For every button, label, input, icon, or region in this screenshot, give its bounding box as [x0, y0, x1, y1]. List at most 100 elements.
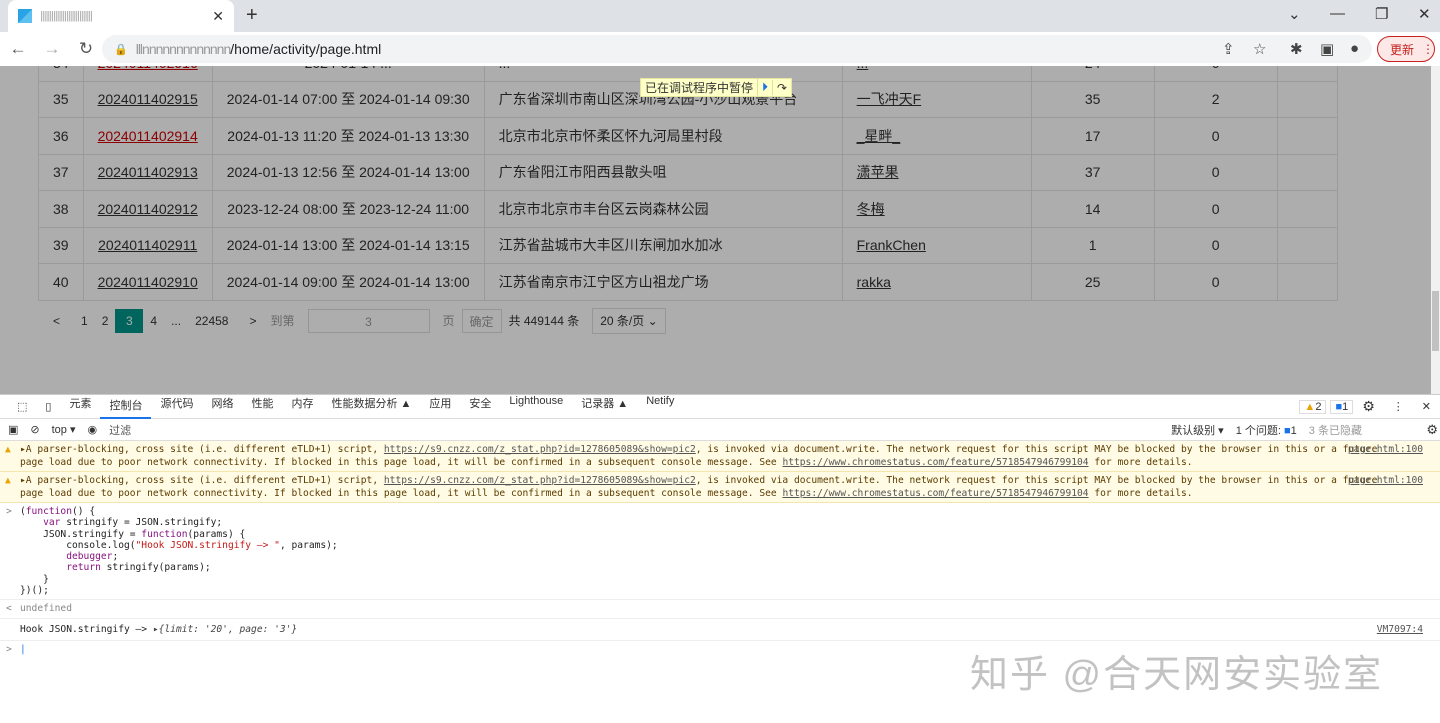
activity-id-link[interactable]: 2024011402910: [98, 274, 198, 290]
page-scrollbar[interactable]: [1431, 66, 1440, 394]
update-button[interactable]: 更新 ⋮: [1377, 36, 1435, 62]
hidden-count: 3 条已隐藏: [1308, 424, 1362, 437]
sidebar-toggle-icon[interactable]: ▣: [8, 423, 18, 436]
devtools-tab[interactable]: 记录器 ▲: [572, 395, 637, 419]
reload-icon[interactable]: ↻: [76, 39, 96, 59]
devtools-tab[interactable]: 控制台: [100, 395, 152, 419]
log-source-link[interactable]: VM7097:4: [1377, 624, 1423, 635]
devtools-tabs: ⬚ ▯ 元素 控制台 源代码 网络 性能 内存 性能数据分析 ▲ 应用 安全 Lighthouse…: [0, 395, 1440, 419]
page-content: 3420240114029162024-01-14 .........240 3…: [0, 66, 1440, 394]
prev-page-button[interactable]: <: [46, 309, 67, 333]
live-expression-eye-icon[interactable]: ◉: [88, 423, 98, 436]
user-link[interactable]: _星畔_: [857, 128, 901, 144]
info-count-badge[interactable]: ■1: [1330, 399, 1354, 414]
activity-id-link[interactable]: 2024011402915: [98, 91, 198, 107]
activity-id-link[interactable]: 2024011402911: [98, 237, 197, 253]
count2-cell: 0: [1153, 117, 1278, 155]
close-devtools-icon[interactable]: ✕: [1413, 400, 1440, 413]
devtools-tab[interactable]: 源代码: [151, 395, 202, 419]
page-button[interactable]: 2: [95, 309, 116, 333]
lock-icon: 🔒: [114, 43, 128, 56]
warning-count-badge[interactable]: ▲2: [1299, 399, 1327, 414]
devtools-tab[interactable]: Lighthouse: [500, 395, 572, 419]
warning-script-link[interactable]: https://s9.cnzz.com/z_stat.php?id=127860…: [384, 475, 696, 486]
forward-icon[interactable]: →: [42, 39, 62, 59]
log-level-select[interactable]: 默认级别 ▾: [1171, 422, 1224, 438]
time-cell: 2024-01-14 09:00 至 2024-01-14 13:00: [211, 263, 485, 301]
address-bar[interactable]: 🔒 lllnnnnnnnnnnnnn/home/activity/page.ht…: [102, 35, 1372, 63]
activity-id-link[interactable]: 2024011402913: [98, 164, 198, 180]
goto-confirm-button[interactable]: 确定: [461, 309, 502, 333]
count-cell: 17: [1030, 117, 1155, 155]
chromestatus-link[interactable]: https://www.chromestatus.com/feature/571…: [782, 457, 1088, 468]
next-page-button[interactable]: >: [242, 309, 263, 333]
close-window-button[interactable]: ✕: [1418, 5, 1431, 23]
context-select[interactable]: top ▾: [52, 423, 76, 436]
restore-button[interactable]: ❐: [1375, 5, 1388, 23]
devtools-tab[interactable]: 元素: [60, 395, 100, 419]
empty-cell: [1276, 263, 1338, 301]
page-button[interactable]: 22458: [188, 309, 235, 333]
devtools-tab[interactable]: 网络: [202, 395, 242, 419]
page-button[interactable]: 3: [115, 309, 144, 333]
user-link[interactable]: 一飞冲天F: [857, 91, 922, 107]
user-link[interactable]: 潇苹果: [857, 164, 899, 180]
activity-id-cell: 2024011402911: [82, 226, 213, 264]
share-icon[interactable]: ⇪: [1222, 40, 1235, 58]
devtools-tab[interactable]: 应用: [420, 395, 460, 419]
user-link[interactable]: rakka: [857, 274, 891, 290]
logged-object[interactable]: ▸{limit: '20', page: '3'}: [153, 624, 297, 635]
issues-button[interactable]: 1 个问题: ■1: [1236, 422, 1297, 438]
console-log-entry: Hook JSON.stringify —> ▸{limit: '20', pa…: [0, 619, 1440, 641]
row-number: 35: [38, 80, 84, 118]
clear-console-icon[interactable]: ⊘: [30, 423, 39, 436]
page-button[interactable]: 4: [143, 309, 164, 333]
inspect-icon[interactable]: ⬚: [8, 400, 36, 413]
goto-page-input[interactable]: 3: [307, 309, 430, 333]
more-options-icon[interactable]: ⋮: [1384, 400, 1413, 413]
count2-cell: 0: [1153, 153, 1278, 191]
chromestatus-link[interactable]: https://www.chromestatus.com/feature/571…: [782, 488, 1088, 499]
menu-icon: ⋮: [1422, 42, 1434, 56]
step-over-icon[interactable]: ↷: [773, 81, 791, 95]
location-cell: 江苏省南京市江宁区方山祖龙广场: [483, 263, 843, 301]
browser-tab[interactable]: |||||||||||||||||||||||||||| ✕: [8, 0, 234, 32]
browser-toolbar: ← → ↻ 🔒 lllnnnnnnnnnnnnn/home/activity/p…: [0, 32, 1440, 66]
new-tab-button[interactable]: +: [246, 4, 258, 27]
devtools-tab[interactable]: 性能数据分析 ▲: [322, 395, 420, 419]
device-toolbar-icon[interactable]: ▯: [36, 400, 60, 413]
warning-source-link[interactable]: page.html:100: [1348, 443, 1423, 456]
extensions-icon[interactable]: ✱: [1290, 40, 1303, 58]
resume-icon[interactable]: ⏵: [758, 80, 774, 95]
activity-id-link[interactable]: 2024011402912: [98, 201, 198, 217]
devtools-tab[interactable]: 安全: [460, 395, 500, 419]
count-cell: 14: [1030, 190, 1155, 228]
page-button[interactable]: 1: [74, 309, 95, 333]
minimize-button[interactable]: —: [1330, 5, 1345, 22]
activity-id-link[interactable]: 2024011402914: [98, 128, 198, 144]
user-link[interactable]: FrankChen: [857, 237, 926, 253]
devtools-tab[interactable]: Netify: [637, 395, 683, 419]
devtools-tab[interactable]: 内存: [282, 395, 322, 419]
settings-gear-icon[interactable]: ⚙: [1353, 398, 1384, 415]
devtools-tab[interactable]: 性能: [242, 395, 282, 419]
warning-script-link[interactable]: https://s9.cnzz.com/z_stat.php?id=127860…: [384, 444, 696, 455]
pagination: < 1 2 3 4... 22458 > 到第 3 页 确定 共 449144 条 20…: [46, 308, 666, 334]
url-path: /home/activity/page.html: [230, 41, 382, 57]
bookmark-star-icon[interactable]: ☆: [1253, 40, 1266, 58]
back-icon[interactable]: ←: [8, 39, 28, 59]
tab-close-icon[interactable]: ✕: [212, 8, 224, 25]
console-settings-icon[interactable]: ⚙: [1426, 422, 1438, 438]
user-cell: 潇苹果: [841, 153, 1032, 191]
page-size-select[interactable]: 20 条/页 ⌄: [592, 308, 666, 334]
time-cell: 2024-01-14 13:00 至 2024-01-14 13:15: [211, 226, 485, 264]
activity-id-cell: 2024011402915: [82, 80, 213, 118]
user-link[interactable]: 冬梅: [857, 201, 885, 217]
warning-source-link[interactable]: page.html:100: [1348, 474, 1423, 487]
tab-search-icon[interactable]: ⌄: [1288, 5, 1301, 23]
tab-strip: |||||||||||||||||||||||||||| ✕ + ⌄ — ❐ ✕: [0, 0, 1440, 32]
side-panel-icon[interactable]: ▣: [1320, 40, 1334, 58]
profile-avatar-icon[interactable]: ●: [1350, 40, 1359, 57]
row-number: 36: [38, 117, 84, 155]
console-filter-input[interactable]: 过滤: [109, 422, 1159, 438]
